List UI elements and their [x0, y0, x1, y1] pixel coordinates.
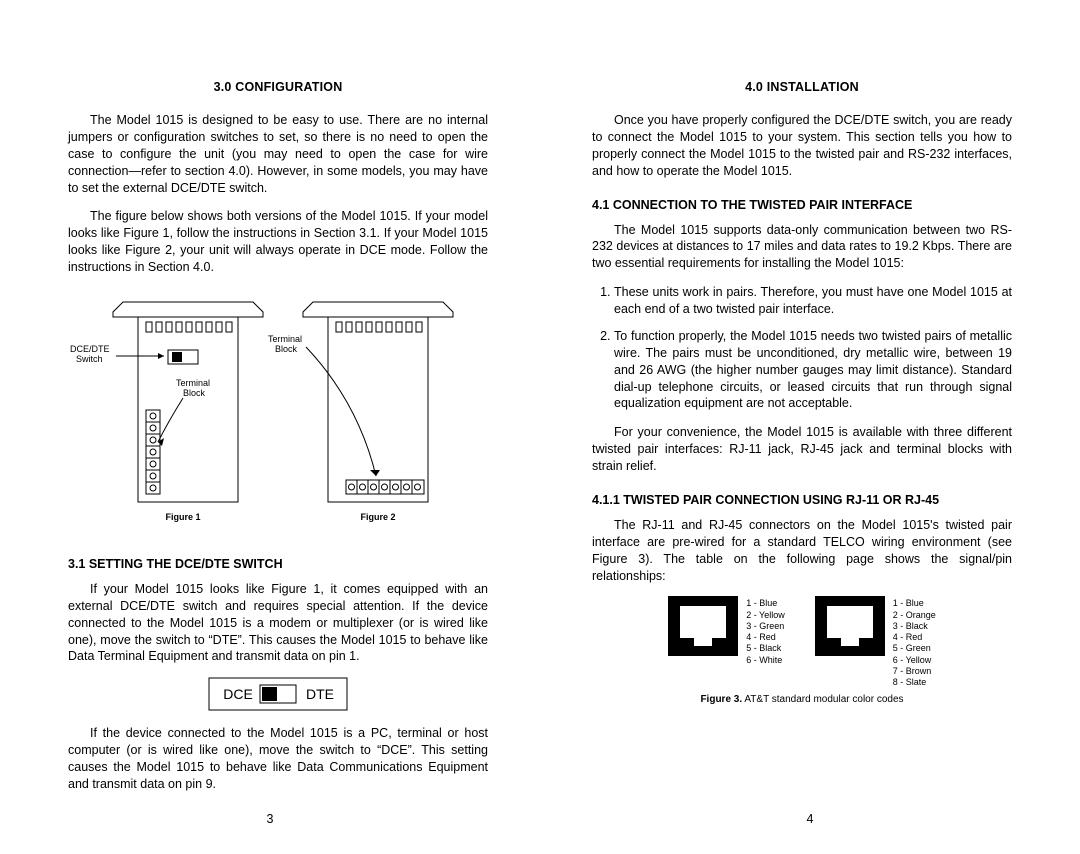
para-3-1-b-text: If the device connected to the Model 101…: [68, 726, 488, 791]
para-4-1-b-text: For your convenience, the Model 1015 is …: [592, 425, 1012, 473]
para-4-0-a-text: Once you have properly configured the DC…: [592, 113, 1012, 178]
para-4-1-1-a-text: The RJ-11 and RJ-45 connectors on the Mo…: [592, 518, 1012, 583]
para-3-0-a: The Model 1015 is designed to be easy to…: [68, 112, 488, 196]
label-dce-dte-switch: DCE/DTE: [70, 344, 110, 354]
caption-figure-3-bold: Figure 3.: [700, 694, 742, 705]
rj45-jack-icon: [815, 596, 885, 656]
requirement-1: These units work in pairs. Therefore, yo…: [614, 284, 1012, 318]
para-3-0-a-text: The Model 1015 is designed to be easy to…: [68, 113, 488, 195]
para-4-1-1-a: The RJ-11 and RJ-45 connectors on the Mo…: [592, 517, 1012, 585]
para-3-0-b: The figure below shows both versions of …: [68, 208, 488, 276]
label-terminal-block-b: Terminal: [268, 334, 302, 344]
rj11-jack-icon: [668, 596, 738, 656]
figure-1-2: DCE/DTE Switch Terminal Block Terminal B…: [68, 292, 488, 532]
section-heading-4-1: 4.1 CONNECTION TO THE TWISTED PAIR INTER…: [592, 198, 1012, 212]
label-terminal-block-a2: Block: [183, 388, 206, 398]
caption-figure-3: Figure 3. AT&T standard modular color co…: [592, 694, 1012, 705]
para-4-0-a: Once you have properly configured the DC…: [592, 112, 1012, 180]
page-number-3: 3: [0, 812, 540, 826]
rj11-color-list: 1 - Blue 2 - Yellow 3 - Green 4 - Red 5 …: [746, 598, 785, 666]
figure-3: 1 - Blue 2 - Yellow 3 - Green 4 - Red 5 …: [592, 596, 1012, 688]
requirement-2: To function properly, the Model 1015 nee…: [614, 328, 1012, 412]
section-heading-4-0: 4.0 INSTALLATION: [592, 80, 1012, 94]
caption-figure-1: Figure 1: [165, 512, 200, 522]
section-heading-4-1-1: 4.1.1 TWISTED PAIR CONNECTION USING RJ-1…: [592, 493, 1012, 507]
caption-figure-2: Figure 2: [360, 512, 395, 522]
caption-figure-3-rest: AT&T standard modular color codes: [742, 694, 903, 705]
rj45-color-list: 1 - Blue 2 - Orange 3 - Black 4 - Red 5 …: [893, 598, 936, 688]
label-terminal-block-b2: Block: [275, 344, 298, 354]
device-figure-2: [303, 302, 453, 502]
para-3-0-b-text: The figure below shows both versions of …: [68, 209, 488, 274]
page-4: 4.0 INSTALLATION Once you have properly …: [540, 0, 1080, 854]
para-3-1-b: If the device connected to the Model 101…: [68, 725, 488, 793]
page-3: 3.0 CONFIGURATION The Model 1015 is desi…: [0, 0, 540, 854]
para-4-1-b: For your convenience, the Model 1015 is …: [592, 424, 1012, 475]
requirements-list: These units work in pairs. Therefore, yo…: [592, 284, 1012, 412]
switch-label-dte: DTE: [306, 686, 334, 702]
para-3-1-a-text: If your Model 1015 looks like Figure 1, …: [68, 582, 488, 664]
device-figure-1: [113, 302, 263, 502]
dce-dte-switch-diagram: DCE DTE: [208, 677, 348, 711]
label-dce-dte-switch-2: Switch: [76, 354, 103, 364]
label-terminal-block-a: Terminal: [176, 378, 210, 388]
para-3-1-a: If your Model 1015 looks like Figure 1, …: [68, 581, 488, 665]
section-heading-3-0: 3.0 CONFIGURATION: [68, 80, 488, 94]
page-number-4: 4: [540, 812, 1080, 826]
section-heading-3-1: 3.1 SETTING THE DCE/DTE SWITCH: [68, 557, 488, 571]
switch-label-dce: DCE: [223, 686, 253, 702]
para-4-1-a: The Model 1015 supports data-only commun…: [592, 222, 1012, 273]
para-4-1-a-text: The Model 1015 supports data-only commun…: [592, 223, 1012, 271]
